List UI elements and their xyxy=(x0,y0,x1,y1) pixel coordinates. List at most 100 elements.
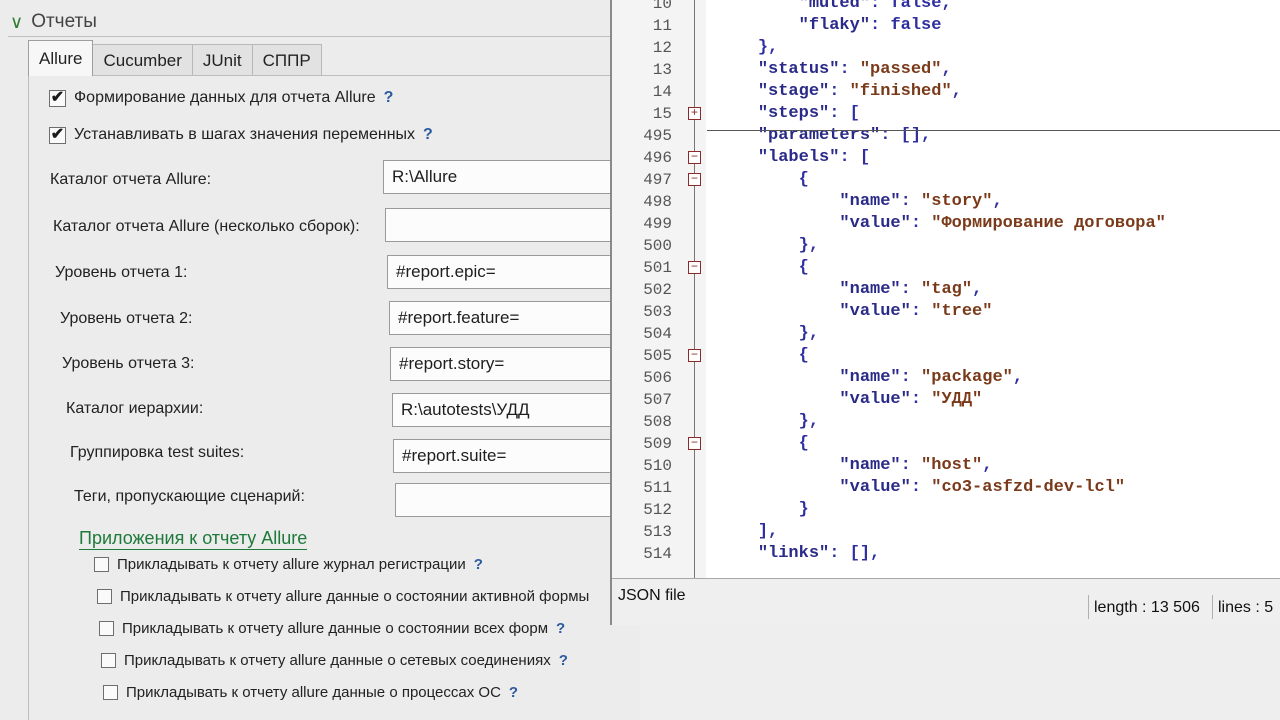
fold-minus-icon[interactable]: − xyxy=(688,173,701,186)
report-level-1-input[interactable]: #report.epic= xyxy=(387,255,627,289)
code-line[interactable]: 10 "muted": false, xyxy=(612,0,1280,15)
code-line[interactable]: 500 }, xyxy=(612,235,1280,257)
help-icon[interactable]: ? xyxy=(423,126,433,144)
attach-os-processes-checkbox[interactable] xyxy=(103,685,118,700)
code-line[interactable]: 504 }, xyxy=(612,323,1280,345)
fold-minus-icon[interactable]: − xyxy=(688,261,701,274)
attach-active-form-checkbox[interactable] xyxy=(97,589,112,604)
field-label-suites-grouping: Группировка test suites: xyxy=(70,444,245,461)
code-line[interactable]: 506 "name": "package", xyxy=(612,367,1280,389)
help-icon[interactable]: ? xyxy=(474,556,483,573)
attachment-label: Прикладывать к отчету allure данные о пр… xyxy=(126,684,501,701)
code-text: { xyxy=(798,258,809,277)
chevron-down-icon[interactable]: ∨ xyxy=(10,13,23,31)
code-text: "steps": [ xyxy=(757,104,860,123)
set-variables-checkbox[interactable]: ✔ xyxy=(49,126,66,144)
help-icon[interactable]: ? xyxy=(556,620,565,637)
code-line[interactable]: 507 "value": "УДД" xyxy=(612,389,1280,411)
line-number: 508 xyxy=(643,413,672,431)
code-line[interactable]: 11 "flaky": false xyxy=(612,15,1280,37)
tab-cucumber[interactable]: Cucumber xyxy=(92,44,193,76)
code-line[interactable]: 14 "stage": "finished", xyxy=(612,81,1280,103)
code-line[interactable]: 498 "name": "story", xyxy=(612,191,1280,213)
attachment-row-network[interactable]: Прикладывать к отчету allure данные о се… xyxy=(101,652,568,669)
code-line[interactable]: 496 − "labels": [ xyxy=(612,147,1280,169)
code-line[interactable]: 514 "links": [], xyxy=(612,543,1280,565)
code-line[interactable]: 503 "value": "tree" xyxy=(612,301,1280,323)
code-line[interactable]: 495 "parameters": [], xyxy=(612,125,1280,147)
code-line[interactable]: 510 "name": "host", xyxy=(612,455,1280,477)
report-tabs: Allure Cucumber JUnit СППР xyxy=(28,40,322,76)
code-line[interactable]: 497 − { xyxy=(612,169,1280,191)
code-area[interactable]: 10 "muted": false, 11 "flaky": false 12 },… xyxy=(612,0,1280,578)
checkbox-row-set-variables[interactable]: ✔ Устанавливать в шагах значения перемен… xyxy=(49,126,433,144)
code-text: "value": "tree" xyxy=(839,302,993,321)
code-line[interactable]: 501 − { xyxy=(612,257,1280,279)
file-length-label: length : 13 506 xyxy=(1094,599,1200,616)
fold-minus-icon[interactable]: − xyxy=(688,151,701,164)
attachment-label: Прикладывать к отчету allure данные о се… xyxy=(124,652,551,669)
code-line[interactable]: 15 + "steps": [ xyxy=(612,103,1280,125)
skip-tags-input[interactable] xyxy=(395,483,635,517)
checkbox-label: Формирование данных для отчета Allure xyxy=(74,89,376,106)
allure-dir-multi-input[interactable] xyxy=(385,208,625,242)
code-text: "name": "package", xyxy=(839,368,1024,387)
section-title: Отчеты xyxy=(31,11,97,32)
attach-network-checkbox[interactable] xyxy=(101,653,116,668)
attachment-label: Прикладывать к отчету allure данные о со… xyxy=(120,588,590,605)
hierarchy-dir-input[interactable]: R:\autotests\УДД xyxy=(392,393,632,427)
code-text: }, xyxy=(798,412,820,431)
fold-minus-icon[interactable]: − xyxy=(688,349,701,362)
report-level-2-input[interactable]: #report.feature= xyxy=(389,301,629,335)
attachment-row-os-processes[interactable]: Прикладывать к отчету allure данные о пр… xyxy=(103,684,518,701)
help-icon[interactable]: ? xyxy=(509,684,518,701)
code-line[interactable]: 13 "status": "passed", xyxy=(612,59,1280,81)
line-number: 504 xyxy=(643,325,672,343)
report-level-3-input[interactable]: #report.story= xyxy=(390,347,630,381)
field-label-skip-tags: Теги, пропускающие сценарий: xyxy=(74,488,305,505)
code-line[interactable]: 511 "value": "co3-asfzd-dev-lcl" xyxy=(612,477,1280,499)
line-number: 12 xyxy=(652,39,672,57)
generate-allure-checkbox[interactable]: ✔ xyxy=(49,89,66,107)
code-text: }, xyxy=(798,236,820,255)
line-number: 14 xyxy=(652,83,672,101)
code-line[interactable]: 508 }, xyxy=(612,411,1280,433)
allure-dir-input[interactable]: R:\Allure xyxy=(383,160,623,194)
line-number: 514 xyxy=(643,545,672,563)
attachment-row-all-forms[interactable]: Прикладывать к отчету allure данные о со… xyxy=(99,620,565,637)
code-text: "parameters": [], xyxy=(757,126,932,145)
fold-minus-icon[interactable]: − xyxy=(688,437,701,450)
file-type-label: JSON file xyxy=(618,587,686,604)
line-number: 512 xyxy=(643,501,672,519)
help-icon[interactable]: ? xyxy=(384,89,394,107)
tab-sppr[interactable]: СППР xyxy=(251,44,322,76)
code-line[interactable]: 512 } xyxy=(612,499,1280,521)
code-line[interactable]: 505 − { xyxy=(612,345,1280,367)
tab-junit[interactable]: JUnit xyxy=(191,44,253,76)
code-line[interactable]: 502 "name": "tag", xyxy=(612,279,1280,301)
tab-allure[interactable]: Allure xyxy=(28,40,94,76)
fold-plus-icon[interactable]: + xyxy=(688,107,701,120)
help-icon[interactable]: ? xyxy=(559,652,568,669)
attachment-row-active-form[interactable]: Прикладывать к отчету allure данные о со… xyxy=(97,588,597,605)
checkbox-row-generate-allure[interactable]: ✔ Формирование данных для отчета Allure … xyxy=(49,89,393,107)
code-text: "stage": "finished", xyxy=(757,82,962,101)
field-label-allure-dir: Каталог отчета Allure: xyxy=(50,171,212,188)
field-label-hierarchy-dir: Каталог иерархии: xyxy=(66,400,204,417)
suites-grouping-input[interactable]: #report.suite= xyxy=(393,439,633,473)
line-number: 509 xyxy=(643,435,672,453)
code-line[interactable]: 499 "value": "Формирование договора" xyxy=(612,213,1280,235)
section-header-reports[interactable]: ∨ Отчеты xyxy=(10,8,97,36)
line-number: 506 xyxy=(643,369,672,387)
attach-all-forms-checkbox[interactable] xyxy=(99,621,114,636)
code-line[interactable]: 513 ], xyxy=(612,521,1280,543)
code-text: ], xyxy=(757,522,779,541)
attachment-row-event-log[interactable]: Прикладывать к отчету allure журнал реги… xyxy=(94,556,483,573)
checkmark-icon: ✔ xyxy=(50,89,65,106)
code-line[interactable]: 509 − { xyxy=(612,433,1280,455)
code-text: "name": "story", xyxy=(839,192,1003,211)
code-line[interactable]: 12 }, xyxy=(612,37,1280,59)
code-text: "value": "co3-asfzd-dev-lcl" xyxy=(839,478,1126,497)
attach-event-log-checkbox[interactable] xyxy=(94,557,109,572)
line-number: 503 xyxy=(643,303,672,321)
